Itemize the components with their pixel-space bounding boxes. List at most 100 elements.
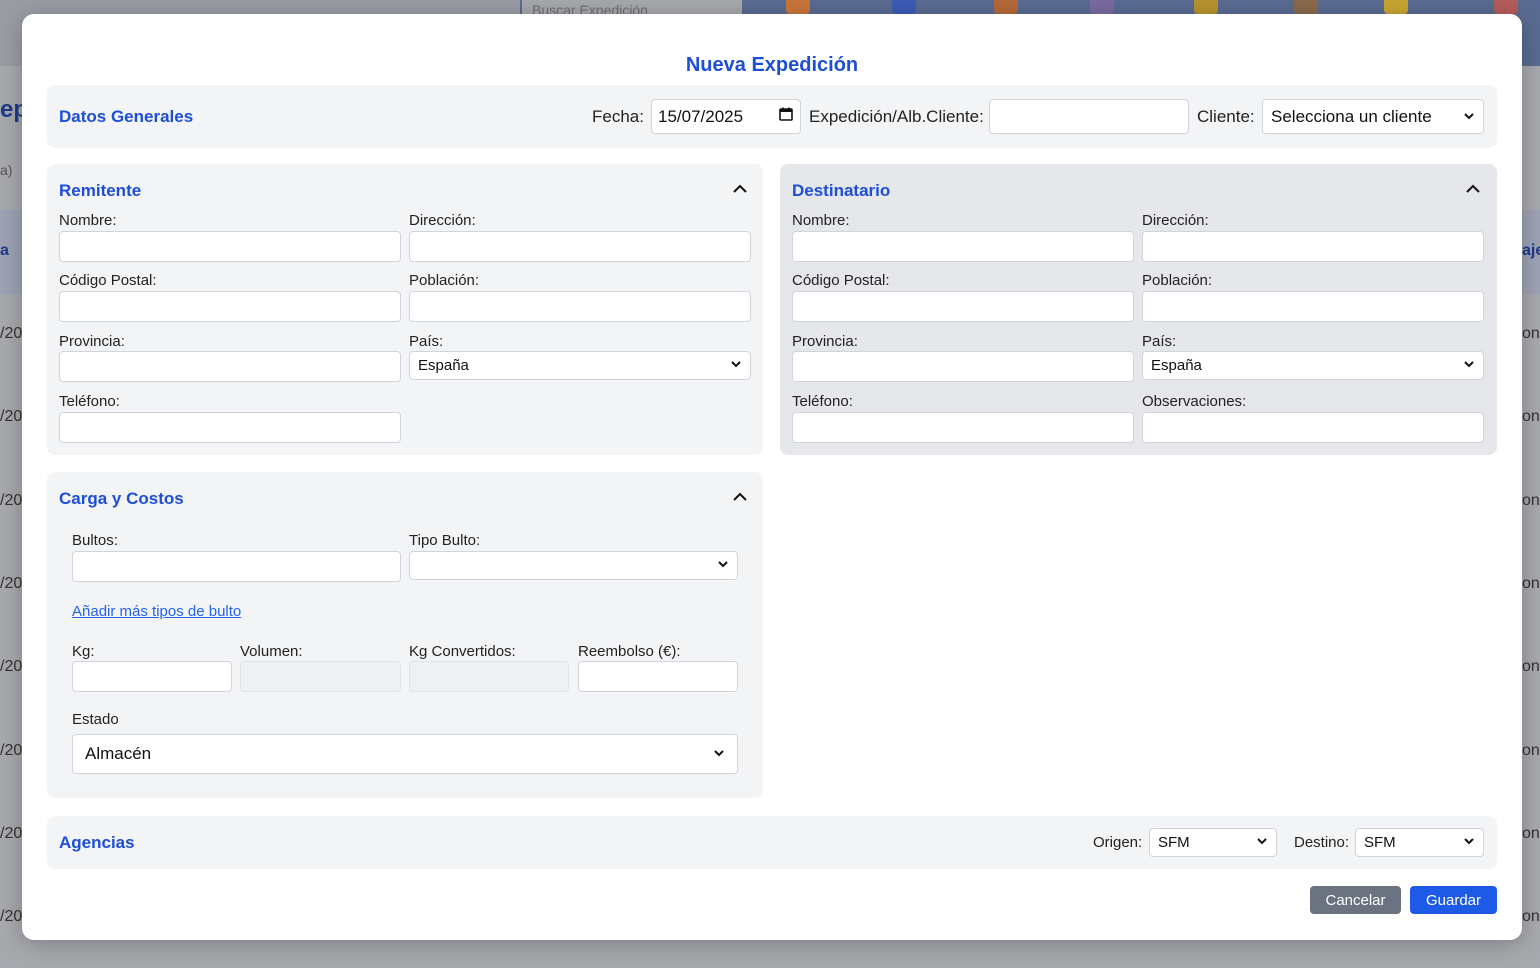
sender-phone-label: Teléfono: [59,393,120,410]
add-package-types-link[interactable]: Añadir más tipos de bulto [72,603,241,620]
background-text-fragment: a [0,242,9,259]
save-button[interactable]: Guardar [1410,886,1497,914]
collapse-recipient-chevron-up-icon[interactable] [1464,180,1482,198]
sender-name-label: Nombre: [59,212,117,229]
background-text-fragment: one [1522,408,1540,425]
expedition-ref-label: Expedición/Alb.Cliente: [809,107,984,126]
background-text-fragment: /20 [0,575,23,592]
sender-country-label: País: [409,333,444,350]
converted-kg-label: Kg Convertidos: [409,643,516,660]
background-nav-icon [1384,0,1408,14]
recipient-country-value: España [1151,357,1202,374]
client-label: Cliente: [1197,107,1255,126]
packages-input[interactable] [72,551,401,582]
recipient-country-label: País: [1142,333,1177,350]
recipient-name-label: Nombre: [792,212,850,229]
date-input[interactable]: 15/07/2025 [651,99,801,134]
sender-address-input[interactable] [409,231,751,262]
background-text-fragment: one [1522,742,1540,759]
sender-province-input[interactable] [59,351,401,382]
general-data-section: Datos Generales Fecha: 15/07/2025 Expedi… [47,85,1497,148]
recipient-name-input[interactable] [792,231,1134,262]
status-label: Estado [72,711,119,728]
recipient-country-select[interactable]: España [1142,351,1484,380]
recipient-postal-code-input[interactable] [792,291,1134,322]
kg-label: Kg: [72,643,95,660]
sender-postal-code-label: Código Postal: [59,272,157,289]
background-nav-icon [786,0,810,14]
recipient-address-input[interactable] [1142,231,1484,262]
background-nav-icon [1090,0,1114,14]
background-text-fragment: one [1522,575,1540,592]
cargo-costs-title: Carga y Costos [59,489,184,508]
background-nav-icon [1494,0,1518,14]
chevron-down-icon [1256,834,1268,851]
destination-select[interactable]: SFM [1355,828,1484,857]
date-value: 15/07/2025 [658,106,744,126]
background-text-fragment: /20 [0,825,23,842]
chevron-down-icon [1463,357,1475,374]
origin-label: Origen: [1093,834,1143,851]
sender-country-value: España [418,357,469,374]
agencies-section: Agencias Origen: SFM Destino: SFM [47,816,1497,869]
recipient-notes-label: Observaciones: [1142,393,1247,410]
chevron-down-icon [713,744,725,764]
recipient-province-label: Provincia: [792,333,858,350]
recipient-phone-input[interactable] [792,412,1134,443]
background-nav-icon [1194,0,1218,14]
recipient-postal-code-label: Código Postal: [792,272,890,289]
recipient-title: Destinatario [792,181,891,200]
background-text-fragment: /20 [0,325,23,342]
background-text-fragment: aje [1522,242,1540,259]
refund-input[interactable] [578,661,738,692]
client-select[interactable]: Selecciona un cliente [1262,99,1484,134]
recipient-city-input[interactable] [1142,291,1484,322]
recipient-notes-input[interactable] [1142,412,1484,443]
background-nav-icon [1294,0,1318,14]
refund-label: Reembolso (€): [578,643,681,660]
sender-city-input[interactable] [409,291,751,322]
collapse-cargo-chevron-up-icon[interactable] [731,488,749,506]
destination-value: SFM [1364,834,1396,851]
background-text-fragment: /20 [0,408,23,425]
recipient-section: Destinatario Nombre: Dirección: Código P… [780,164,1497,455]
background-nav-icon [892,0,916,14]
destination-label: Destino: [1294,834,1350,851]
background-text-fragment: /20 [0,742,23,759]
chevron-down-icon [1463,834,1475,851]
sender-province-label: Provincia: [59,333,125,350]
recipient-province-input[interactable] [792,351,1134,382]
sender-name-input[interactable] [59,231,401,262]
background-text-fragment: /20 [0,658,23,675]
chevron-down-icon [730,357,742,374]
expedition-ref-input[interactable] [989,99,1189,134]
package-type-select[interactable] [409,551,738,580]
chevron-down-icon [717,557,729,574]
client-select-value: Selecciona un cliente [1271,106,1432,126]
sender-country-select[interactable]: España [409,351,751,380]
recipient-address-label: Dirección: [1142,212,1209,229]
cancel-button[interactable]: Cancelar [1310,886,1401,914]
background-text-fragment: one [1522,325,1540,342]
agencies-title: Agencias [59,833,135,852]
modal-title: Nueva Expedición [685,54,859,76]
origin-select[interactable]: SFM [1149,828,1277,857]
recipient-city-label: Población: [1142,272,1213,289]
origin-value: SFM [1158,834,1190,851]
sender-address-label: Dirección: [409,212,476,229]
sender-title: Remitente [59,181,142,200]
calendar-icon[interactable] [778,106,794,127]
cargo-costs-section: Carga y Costos Bultos: Tipo Bulto: Añadi… [47,472,763,798]
background-text-fragment: one [1522,908,1540,925]
sender-postal-code-input[interactable] [59,291,401,322]
new-expedition-modal: Nueva Expedición Datos Generales Fecha: … [22,14,1522,940]
kg-input[interactable] [72,661,232,692]
volume-label: Volumen: [240,643,303,660]
date-label: Fecha: [592,107,644,126]
status-select[interactable]: Almacén [72,734,738,774]
package-type-label: Tipo Bulto: [409,532,481,549]
converted-kg-input [409,661,569,692]
sender-section: Remitente Nombre: Dirección: Código Post… [47,164,763,455]
collapse-sender-chevron-up-icon[interactable] [731,180,749,198]
sender-phone-input[interactable] [59,412,401,443]
